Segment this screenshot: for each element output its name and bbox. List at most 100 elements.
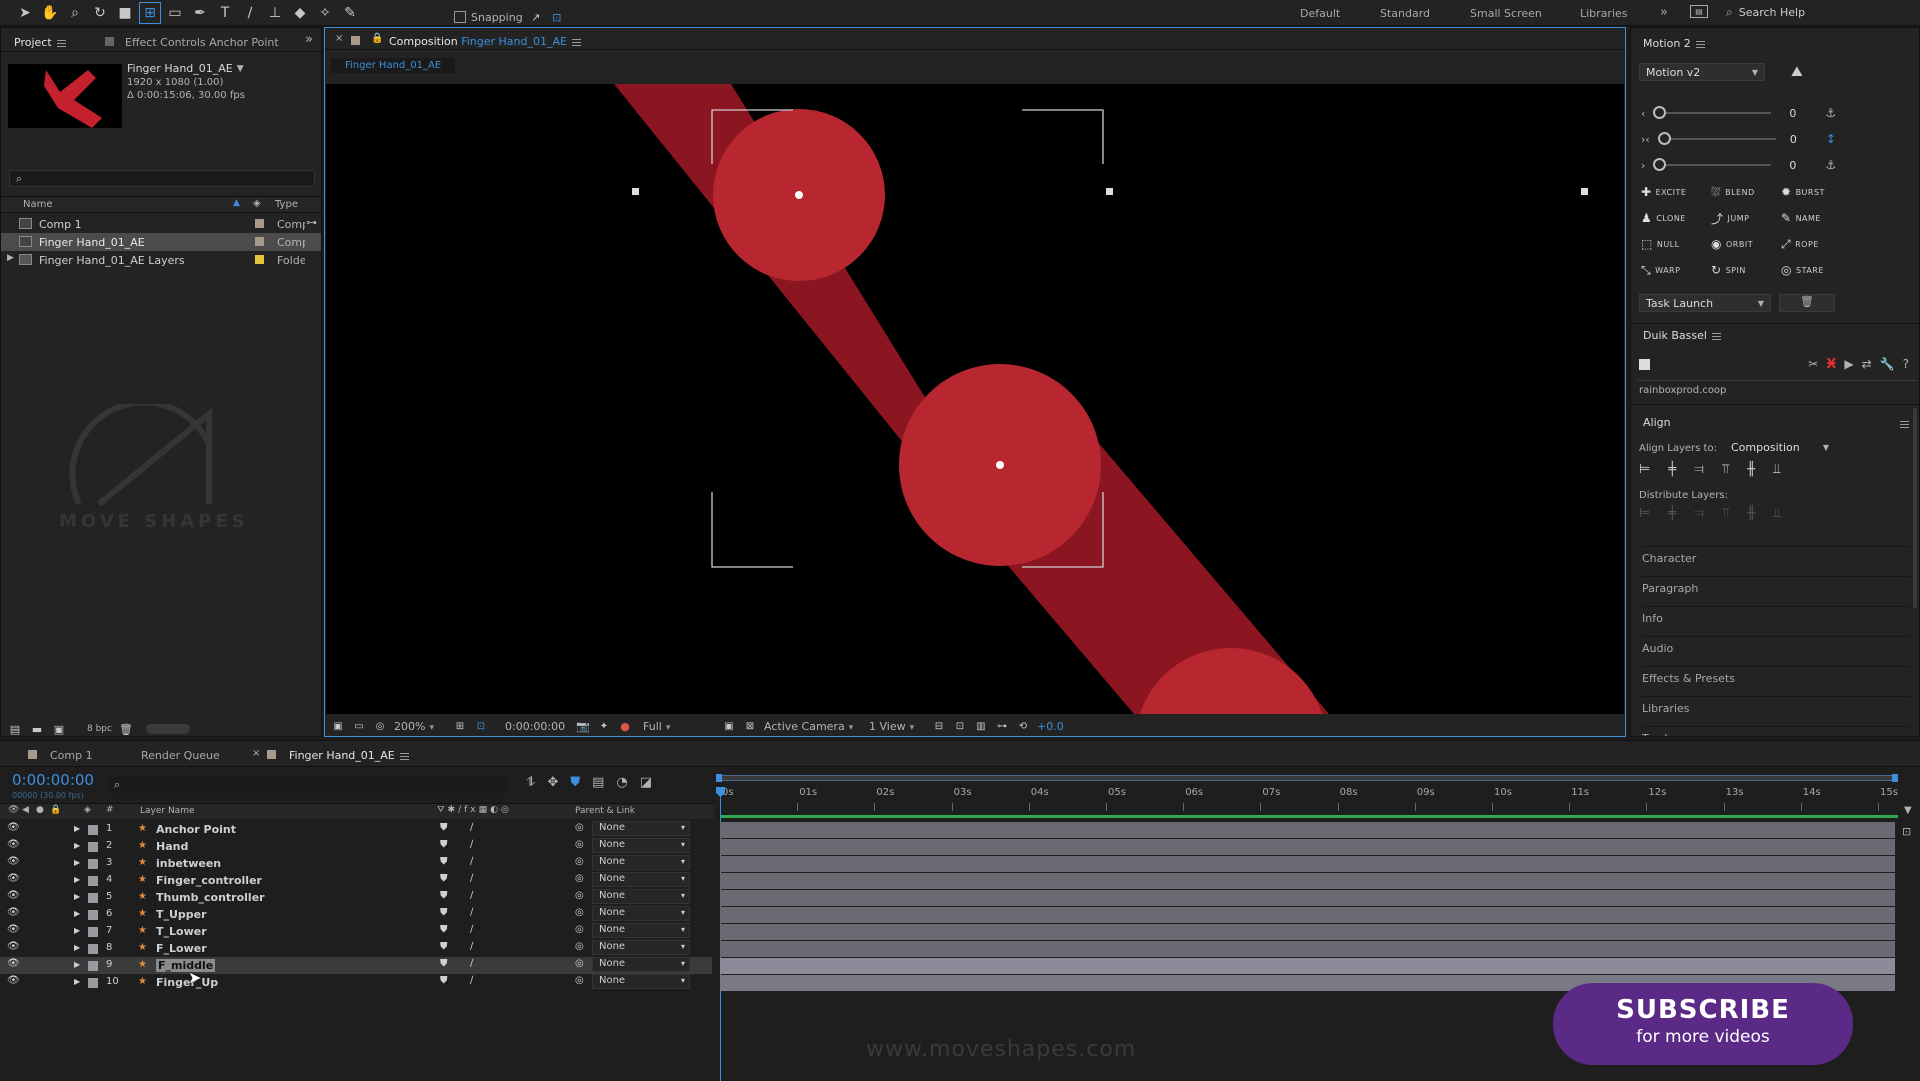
right-panel-scrollbar[interactable] [1913,408,1917,608]
panel-effects-presets[interactable]: Effects & Presets [1642,666,1910,690]
anchor-middle-icon[interactable]: ↕ [1826,132,1836,146]
label-color-swatch[interactable] [88,842,98,852]
shy-switch-icon[interactable]: ⛊ [440,941,448,952]
expand-arrow-icon[interactable]: ▶ [7,253,14,263]
label-color-swatch[interactable] [88,859,98,869]
lock-toggle-icon[interactable]: 🔒 [50,805,61,815]
comp-breadcrumb[interactable]: Finger Hand_01_AE [331,58,456,73]
selected-item-dropdown-icon[interactable]: ▼ [237,64,244,74]
project-search[interactable]: ⌕ [9,170,315,187]
parent-dropdown[interactable]: None ▾ [592,906,690,921]
workspace-default[interactable]: Default [1300,7,1340,20]
table-row[interactable]: 👁 ▶ 3 ★ inbetween ⛊ ∕ ◎ None ▾ [0,855,712,872]
name-button[interactable]: ✎ NAME [1781,208,1851,228]
parent-dropdown[interactable]: None ▾ [592,940,690,955]
table-row[interactable]: 👁 ▶ 8 ★ F_Lower ⛊ ∕ ◎ None ▾ [0,940,712,957]
eye-visibility-icon[interactable]: 👁 [7,941,20,952]
shy-switch-icon[interactable]: ⛊ [440,958,448,969]
blend-button[interactable]: ⛆ BLEND [1711,182,1781,202]
motion-version-dropdown[interactable]: Motion v2 ▼ [1639,63,1765,81]
eye-visibility-icon[interactable]: 👁 [7,907,20,918]
search-help-input[interactable]: Search Help [1739,6,1805,19]
comp-button-icon[interactable]: ⊡ [1902,825,1911,838]
tab-comp-1[interactable]: Comp 1 [50,749,93,762]
layer-name[interactable]: Finger_controller [156,874,262,887]
expand-arrow-icon[interactable]: ▶ [74,892,80,901]
duik-rigging-icon[interactable]: Ӿ [1826,357,1836,372]
align-right-icon[interactable]: ⫤ [1694,462,1704,477]
more-workspaces-icon[interactable]: » [1660,5,1668,20]
selected-item-name[interactable]: Finger Hand_01_AE [127,62,233,75]
eye-visibility-icon[interactable]: 👁 [7,873,20,884]
expand-arrow-icon[interactable]: ▶ [74,841,80,850]
align-left-icon[interactable]: ⊨ [1639,462,1650,477]
expand-arrow-icon[interactable]: ▶ [74,858,80,867]
workspace-standard[interactable]: Standard [1380,7,1430,20]
quality-switch-icon[interactable]: ∕ [470,941,473,952]
delete-icon[interactable]: 🗑 [118,718,134,740]
pickwhip-icon[interactable]: ◎ [575,873,584,884]
expand-arrow-icon[interactable]: ▶ [74,824,80,833]
parent-dropdown[interactable]: None ▾ [592,855,690,870]
bit-depth-label[interactable]: 8 bpc [87,724,112,734]
layer-duration-bar[interactable] [720,958,1895,974]
quality-switch-icon[interactable]: ∕ [470,924,473,935]
audio-toggle-icon[interactable]: ◀ [22,805,29,815]
work-area-start-handle[interactable] [716,774,722,782]
tab-render-queue[interactable]: Render Queue [141,749,220,762]
tab-project[interactable]: Project [14,36,66,49]
align-panel-menu-icon[interactable] [1895,417,1909,430]
mask-visibility-icon[interactable]: ◎ [373,715,387,737]
close-tab-icon[interactable]: × [335,33,343,44]
timeline-search[interactable]: ⌕ [110,776,510,793]
workspace-small-screen[interactable]: Small Screen [1470,7,1542,20]
pan-behind-tool-icon[interactable]: ⊞ [139,2,161,24]
panel-libraries[interactable]: Libraries [1642,696,1910,720]
time-ruler[interactable]: 0s 01s 02s 03s 04s 05s 06s 07s 08s 09s 10s 11s 12s 13… [716,774,1898,819]
shy-switch-icon[interactable]: ⛊ [440,924,448,935]
layer-name[interactable]: Thumb_controller [156,891,265,904]
parent-dropdown[interactable]: None ▾ [592,821,690,836]
graph-editor-icon[interactable]: ◪ [640,775,652,790]
label-color-swatch[interactable] [88,978,98,988]
zoom-dropdown[interactable]: 200% [394,720,446,733]
pickwhip-icon[interactable]: ◎ [575,975,584,986]
pen-tool-icon[interactable]: ✒ [189,2,211,24]
layer-name[interactable]: F_Lower [156,942,207,955]
viewer-timecode[interactable]: 0:00:00:00 [505,720,569,733]
expand-arrow-icon[interactable]: ▶ [74,977,80,986]
label-color-swatch[interactable] [88,825,98,835]
shy-switch-icon[interactable]: ⛊ [440,975,448,986]
flowchart-icon[interactable]: ⊶ [306,216,317,229]
ease-in-slider[interactable] [1653,106,1772,119]
sync-settings-icon[interactable]: ▤ [1690,5,1708,18]
pickwhip-icon[interactable]: ◎ [575,839,584,850]
layer-name[interactable]: Anchor Point [156,823,236,836]
thumbnail-slider[interactable] [145,724,190,734]
show-snapshot-icon[interactable]: ✦ [597,715,611,737]
roi-icon[interactable]: ⊡ [474,715,488,737]
pickwhip-icon[interactable]: ◎ [575,907,584,918]
pickwhip-icon[interactable]: ◎ [575,890,584,901]
eraser-tool-icon[interactable]: ◆ [289,2,311,24]
rotate-tool-icon[interactable]: ↻ [89,2,111,24]
shy-switch-icon[interactable]: ⛊ [440,822,448,833]
ease-both-slider[interactable] [1657,132,1776,145]
layer-duration-bar[interactable] [720,890,1895,906]
camera-dropdown[interactable]: Active Camera [764,720,862,733]
project-item[interactable]: Finger Hand_01_AE Comp [1,233,321,251]
distribute-bottom-icon[interactable]: ⫤ [1694,506,1704,521]
quality-switch-icon[interactable]: ∕ [470,856,473,867]
align-bottom-icon[interactable]: ⫫ [1773,462,1780,477]
duik-help-icon[interactable]: ? [1903,357,1909,371]
align-top-icon[interactable]: ⫪ [1722,462,1729,477]
camera-tool-icon[interactable]: ■ [114,2,136,24]
effect-controls-lock-icon[interactable] [105,37,114,46]
lock-icon[interactable]: 🔒 [371,33,383,44]
subscribe-button[interactable]: SUBSCRIBE for more videos [1553,983,1853,1065]
expand-arrow-icon[interactable]: ▶ [74,909,80,918]
eye-visibility-icon[interactable]: 👁 [7,839,20,850]
mountain-graph-icon[interactable]: ⛰ [1791,64,1803,80]
always-preview-icon[interactable]: ▣ [331,715,345,737]
distribute-left-icon[interactable]: ⫪ [1722,506,1729,521]
